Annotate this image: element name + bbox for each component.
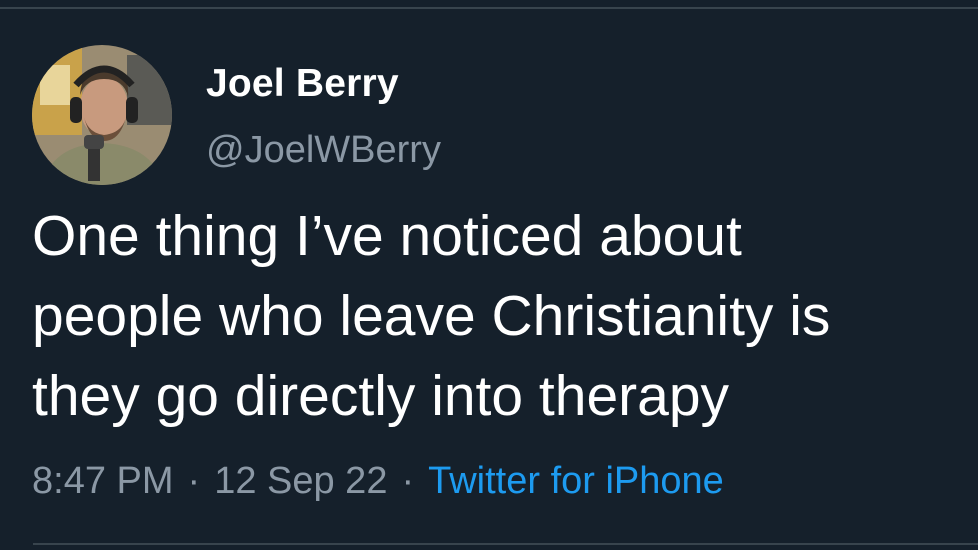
tweet-metadata: 8:47 PM · 12 Sep 22 · Twitter for iPhone — [32, 460, 724, 503]
author-display-name[interactable]: Joel Berry — [206, 62, 399, 106]
bottom-divider — [33, 543, 978, 545]
tweet-card: Joel Berry @JoelWBerry One thing I’ve no… — [0, 0, 978, 550]
top-divider — [0, 7, 978, 9]
separator-dot: · — [401, 460, 415, 502]
tweet-text-line: they go directly into therapy — [32, 364, 730, 428]
separator-dot: · — [187, 460, 201, 502]
avatar[interactable] — [32, 45, 172, 185]
tweet-text-line: One thing I’ve noticed about — [32, 204, 742, 268]
tweet-text: One thing I’ve noticed about people who … — [32, 196, 978, 436]
tweet-time[interactable]: 8:47 PM — [32, 460, 174, 502]
tweet-source-link[interactable]: Twitter for iPhone — [428, 460, 724, 502]
tweet-text-line: people who leave Christianity is — [32, 284, 831, 348]
profile-photo-icon — [32, 45, 172, 185]
author-handle[interactable]: @JoelWBerry — [206, 129, 441, 172]
tweet-date[interactable]: 12 Sep 22 — [214, 460, 387, 502]
